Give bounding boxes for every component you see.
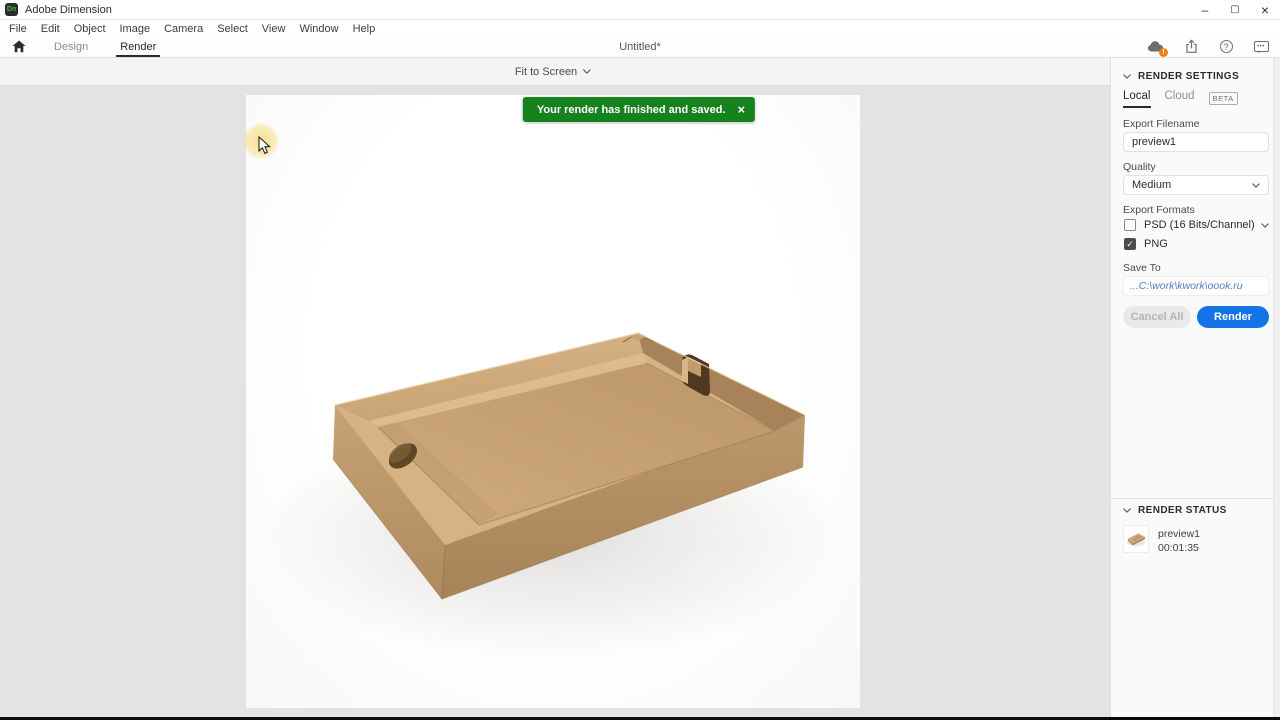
render-item-name: preview1 <box>1158 528 1201 540</box>
menu-edit[interactable]: Edit <box>34 23 67 35</box>
menu-select[interactable]: Select <box>210 23 255 35</box>
help-icon: ? <box>1219 40 1233 53</box>
save-to-path[interactable]: ...C:\work\kwork\oook.ru <box>1123 276 1269 296</box>
help-button[interactable]: ? <box>1217 39 1235 55</box>
render-artboard: Your render has finished and saved. × <box>246 95 860 708</box>
minimize-button[interactable]: – <box>1190 0 1220 20</box>
menu-bar: File Edit Object Image Camera Select Vie… <box>0 21 1280 36</box>
render-complete-toast: Your render has finished and saved. × <box>522 97 756 122</box>
cloud-sync-icon[interactable]: ! <box>1147 39 1168 57</box>
action-buttons: Cancel All Render <box>1123 306 1269 328</box>
menu-object[interactable]: Object <box>67 23 113 35</box>
tab-render[interactable]: Render <box>104 36 172 57</box>
maximize-button[interactable]: ▢ <box>1220 0 1250 20</box>
mouse-cursor-icon <box>258 136 271 155</box>
render-canvas[interactable]: Your render has finished and saved. × <box>0 86 1110 717</box>
panel-divider <box>1111 498 1274 499</box>
psd-checkbox[interactable] <box>1124 219 1136 231</box>
quality-dropdown[interactable]: Medium <box>1123 175 1269 195</box>
export-formats-label: Export Formats <box>1123 204 1195 216</box>
toast-message: Your render has finished and saved. <box>536 103 726 116</box>
render-destination-tabs: Local Cloud BETA <box>1123 89 1238 108</box>
tab-local[interactable]: Local <box>1123 90 1151 108</box>
beta-badge: BETA <box>1208 91 1238 105</box>
chevron-down-icon <box>1252 182 1260 188</box>
home-icon <box>12 40 26 53</box>
home-button[interactable] <box>0 40 38 53</box>
zoom-level-dropdown[interactable]: Fit to Screen <box>515 66 591 78</box>
menu-help[interactable]: Help <box>346 23 383 35</box>
toast-close-icon[interactable]: × <box>738 103 746 116</box>
format-psd-row[interactable]: PSD (16 Bits/Channel) <box>1124 219 1269 231</box>
canvas-toolbar: Fit to Screen <box>0 57 1110 86</box>
adobe-dimension-window: Dn Adobe Dimension – ▢ × File Edit Objec… <box>0 0 1280 720</box>
close-button[interactable]: × <box>1250 0 1280 20</box>
menu-view[interactable]: View <box>255 23 293 35</box>
window-title: Adobe Dimension <box>25 3 112 16</box>
render-status-item[interactable]: preview1 00:01:35 <box>1123 525 1200 554</box>
title-bar: Dn Adobe Dimension – ▢ × <box>0 0 1280 20</box>
viewport-column: Fit to Screen Your render has finished a… <box>0 57 1110 717</box>
content-area: Fit to Screen Your render has finished a… <box>0 57 1280 718</box>
chevron-down-icon[interactable] <box>1260 222 1269 228</box>
window-controls: – ▢ × <box>1190 0 1280 19</box>
header-icons: ! ? ••• <box>1147 39 1280 57</box>
tab-design[interactable]: Design <box>38 36 104 57</box>
sync-warning-badge: ! <box>1159 47 1168 57</box>
cancel-all-button[interactable]: Cancel All <box>1123 306 1191 328</box>
menu-file[interactable]: File <box>2 23 34 35</box>
cardboard-tray-render <box>261 332 841 663</box>
tray-thumbnail-icon <box>1127 533 1145 547</box>
menu-window[interactable]: Window <box>292 23 345 35</box>
render-button[interactable]: Render <box>1197 306 1269 328</box>
export-filename-input[interactable]: preview1 <box>1123 132 1269 152</box>
feedback-button[interactable]: ••• <box>1252 39 1270 55</box>
render-item-duration: 00:01:35 <box>1158 542 1199 554</box>
format-png-row[interactable]: ✓ PNG <box>1124 238 1168 250</box>
tab-cloud[interactable]: Cloud <box>1165 90 1195 106</box>
export-filename-label: Export Filename <box>1123 118 1200 130</box>
render-thumbnail <box>1123 525 1149 553</box>
chevron-down-icon <box>583 69 591 74</box>
render-settings-panel: RENDER SETTINGS Local Cloud BETA Export … <box>1110 57 1280 718</box>
save-to-label: Save To <box>1123 262 1161 274</box>
share-button[interactable] <box>1182 39 1200 55</box>
mode-tab-bar: Design Render Untitled* ! ? ••• <box>0 36 1280 57</box>
panel-scrollbar[interactable] <box>1273 58 1280 718</box>
zoom-level-label: Fit to Screen <box>514 65 578 78</box>
menu-camera[interactable]: Camera <box>157 23 210 35</box>
app-logo-icon: Dn <box>5 3 18 16</box>
render-status-header[interactable]: RENDER STATUS <box>1123 505 1227 516</box>
png-checkbox[interactable]: ✓ <box>1124 238 1136 250</box>
share-icon <box>1185 39 1197 53</box>
render-settings-header[interactable]: RENDER SETTINGS <box>1123 71 1239 82</box>
chat-icon: ••• <box>1253 41 1269 53</box>
document-title: Untitled* <box>619 40 661 53</box>
quality-label: Quality <box>1123 161 1156 173</box>
collapse-chevron-icon <box>1123 74 1131 79</box>
collapse-chevron-icon <box>1123 508 1131 513</box>
menu-image[interactable]: Image <box>113 23 158 35</box>
